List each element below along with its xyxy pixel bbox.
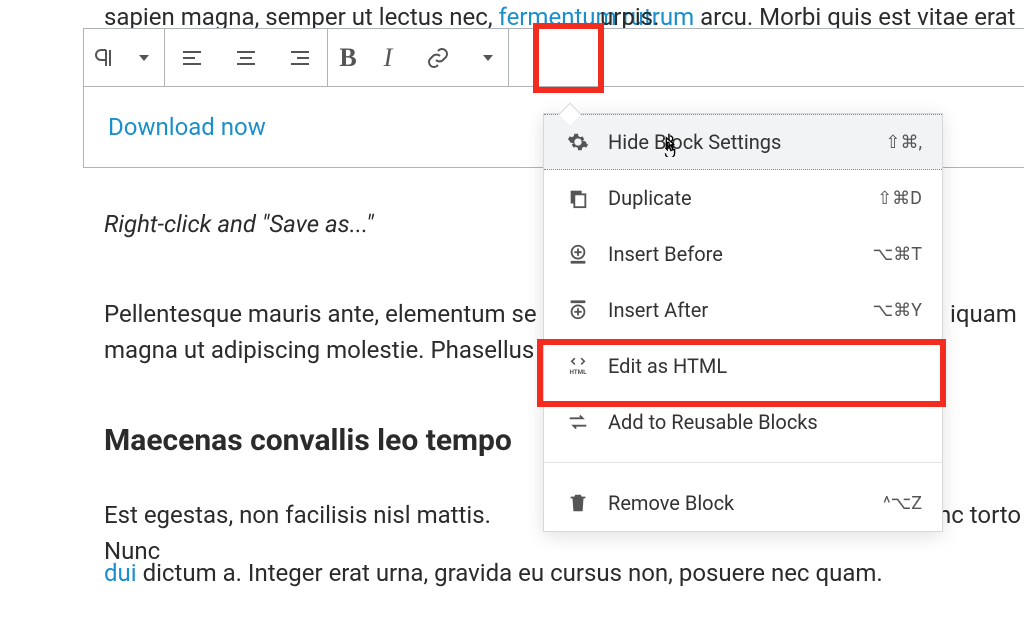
hint-text: Right-click and "Save as..." — [104, 206, 374, 242]
duplicate-icon — [564, 184, 592, 212]
link-icon — [426, 46, 450, 70]
body-text: Pellentesque mauris ante, elementum se — [104, 296, 544, 332]
menu-label: Remove Block — [608, 491, 883, 515]
bold-button[interactable]: B — [328, 30, 368, 86]
more-vertical-icon — [525, 46, 549, 70]
gear-icon — [564, 128, 592, 156]
body-text: dui dictum a. Integer erat urna, gravida… — [104, 555, 1024, 591]
menu-edit-as-html[interactable]: HTML Edit as HTML — [544, 338, 942, 394]
block-type-button[interactable] — [84, 30, 124, 86]
align-left-button[interactable] — [165, 30, 219, 86]
menu-hide-block-settings[interactable]: Hide Block Settings ⇧⌘, — [544, 114, 942, 170]
body-text: iquam — [950, 296, 1017, 332]
menu-label: Duplicate — [608, 186, 877, 210]
text: sapien magna, semper ut lectus nec, — [104, 3, 499, 31]
link-button[interactable] — [408, 30, 468, 86]
menu-add-reusable[interactable]: Add to Reusable Blocks — [544, 394, 942, 450]
insert-after-icon — [564, 296, 592, 324]
align-left-icon — [180, 46, 204, 70]
menu-shortcut: ⌥⌘T — [873, 244, 922, 265]
paragraph-icon — [92, 46, 116, 70]
trash-icon — [564, 489, 592, 517]
menu-label: Hide Block Settings — [608, 130, 885, 154]
block-options-menu: Hide Block Settings ⇧⌘, Duplicate ⇧⌘D In… — [543, 113, 943, 532]
menu-label: Add to Reusable Blocks — [608, 410, 922, 434]
align-center-icon — [234, 46, 258, 70]
body-link[interactable]: dui — [104, 559, 137, 587]
menu-duplicate[interactable]: Duplicate ⇧⌘D — [544, 170, 942, 226]
italic-button[interactable]: I — [368, 30, 408, 86]
align-right-icon — [288, 46, 312, 70]
menu-insert-after[interactable]: Insert After ⌥⌘Y — [544, 282, 942, 338]
toolbar-row: B I — [84, 29, 1024, 87]
menu-insert-before[interactable]: Insert Before ⌥⌘T — [544, 226, 942, 282]
menu-shortcut: ⌥⌘Y — [872, 300, 922, 321]
svg-text:HTML: HTML — [569, 368, 587, 376]
chevron-down-icon — [483, 55, 493, 61]
align-center-button[interactable] — [219, 30, 273, 86]
menu-separator — [544, 462, 942, 463]
menu-label: Insert After — [608, 298, 872, 322]
menu-shortcut: ⇧⌘D — [877, 188, 922, 209]
menu-label: Insert Before — [608, 242, 873, 266]
reusable-icon — [564, 408, 592, 436]
text: dictum a. Integer erat urna, gravida eu … — [137, 559, 883, 587]
menu-shortcut: ^⌥Z — [883, 493, 922, 514]
section-heading: Maecenas convallis leo tempo — [104, 418, 512, 463]
more-formatting-dropdown[interactable] — [468, 30, 508, 86]
italic-icon: I — [384, 43, 393, 73]
insert-before-icon — [564, 240, 592, 268]
download-link[interactable]: Download now — [108, 113, 266, 141]
body-link[interactable]: fermentum rutrum — [499, 3, 695, 31]
menu-shortcut: ⇧⌘, — [885, 132, 922, 153]
menu-remove-block[interactable]: Remove Block ^⌥Z — [544, 475, 942, 531]
more-options-button[interactable] — [509, 30, 565, 86]
block-type-dropdown[interactable] — [124, 30, 164, 86]
html-icon: HTML — [564, 352, 592, 380]
align-right-button[interactable] — [273, 30, 327, 86]
chevron-down-icon — [139, 55, 149, 61]
body-text: magna ut adipiscing molestie. Phasellus — [104, 332, 544, 368]
bold-icon: B — [339, 43, 356, 73]
menu-label: Edit as HTML — [608, 354, 922, 378]
body-text: nc torto — [938, 497, 1021, 533]
